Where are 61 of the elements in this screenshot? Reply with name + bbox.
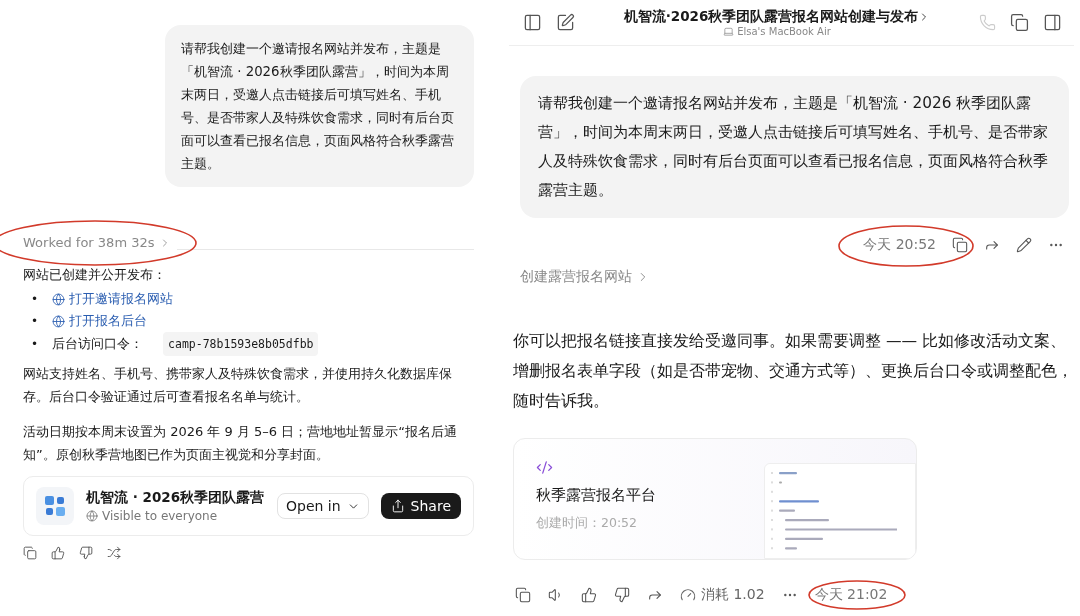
response-paragraph: 网站支持姓名、手机号、携带家人及特殊饮食需求，并使用持久化数据库保存。后台口令验证通过后可查看报名名单与统计。 [23, 365, 453, 406]
chat-title[interactable]: 机智流·2026秋季团队露营报名网站创建与发布 [623, 8, 931, 26]
pen-square-icon [556, 13, 575, 32]
edit-button[interactable] [1016, 237, 1032, 253]
thumbs-up-button[interactable] [581, 587, 597, 603]
panel-right-button[interactable] [1043, 13, 1062, 32]
thumbs-down-icon [79, 546, 93, 560]
globe-icon [86, 510, 98, 522]
thumbs-up-icon [581, 587, 597, 603]
thumbs-up-button[interactable] [51, 546, 65, 560]
sidebar-toggle-button[interactable] [523, 13, 542, 32]
visibility-label: Visible to everyone [86, 509, 265, 523]
user-message: 请帮我创建一个邀请报名网站并发布，主题是「机智流 · 2026秋季团队露营」，时间为本周末两日，受邀人点击链接后可填写姓名、手机号、是否带家人及特殊饮食需求，同时有后台页面可以查看已报名信息，页面风格符合秋季露营主题。 [165, 25, 474, 187]
artifact-card[interactable]: 秋季露营报名平台 创建时间：20:52 [513, 438, 917, 560]
reply-time: 今天 21:02 [814, 586, 888, 604]
thumbs-up-icon [51, 546, 65, 560]
panel-left-icon [523, 13, 542, 32]
share-button[interactable]: Share [380, 493, 461, 519]
open-in-button[interactable]: Open in [277, 493, 369, 519]
response-paragraph: 活动日期按本周末设置为 2026 年 9 月 5–6 日；营地地址暂显示“报名后通知”。原创秋季营地图已作为页面主视觉和分享封面。 [23, 423, 458, 464]
app-icon [36, 487, 74, 525]
bullet-marker: • [31, 313, 39, 330]
bullet-marker: • [31, 336, 39, 353]
device-label: Elsa's MacBook Air [723, 26, 831, 37]
reply-paragraph: 你可以把报名链接直接发给受邀同事。如果需要调整 —— 比如修改活动文案、增删报名表单字段（如是否带宠物、交通方式等）、更换后台口令或调整配色，随时告诉我。 [512, 331, 1074, 412]
globe-icon [52, 292, 66, 306]
password-code: camp-78b1593e8b05dfbb [163, 332, 319, 356]
branch-button[interactable] [107, 546, 121, 560]
panel-right-icon [1043, 13, 1062, 32]
copy-button[interactable] [23, 546, 37, 560]
thumbs-down-button[interactable] [79, 546, 93, 560]
bullet-marker: • [31, 291, 39, 308]
task-link[interactable]: 创建露营报名网站 [509, 268, 1074, 286]
thumbs-down-button[interactable] [614, 587, 630, 603]
code-icon [536, 459, 553, 476]
shuffle-icon [107, 546, 121, 560]
copy-icon [952, 237, 968, 253]
gauge-icon [680, 587, 696, 603]
copy-icon [23, 546, 37, 560]
window-button[interactable] [1010, 13, 1029, 32]
phone-icon [979, 14, 996, 31]
intro-text: 网站已创建并公开发布： [23, 266, 167, 284]
site-title: 机智流 · 2026秋季团队露营 [86, 489, 265, 507]
copy-button[interactable] [952, 237, 968, 253]
new-chat-button[interactable] [556, 13, 575, 32]
copy-button[interactable] [515, 587, 531, 603]
artifact-title: 秋季露营报名平台 [536, 486, 657, 505]
usage-label: 消耗 1.02 [680, 586, 765, 604]
website-link[interactable]: 打开邀请报名网站 [52, 288, 174, 310]
website-link[interactable]: 打开报名后台 [52, 310, 148, 332]
password-label: 后台访问口令： [52, 335, 144, 353]
upload-icon [390, 499, 405, 513]
pencil-icon [1016, 237, 1032, 253]
user-message: 请帮我创建一个邀请报名网站并发布，主题是「机智流 · 2026 秋季团队露营」，时间为本周末两日，受邀人点击链接后可填写姓名、手机号、是否带家人及特殊饮食需求，同时有后台页面可以查看已报名信息，页面风格符合秋季露营主题。 [520, 76, 1069, 218]
thumbs-down-icon [614, 587, 630, 603]
copy-icon [1010, 13, 1029, 32]
message-time: 今天 20:52 [863, 236, 936, 254]
globe-icon [52, 314, 66, 328]
copy-icon [515, 587, 531, 603]
laptop-icon [723, 26, 735, 37]
created-time: 创建时间：20:52 [536, 515, 639, 532]
